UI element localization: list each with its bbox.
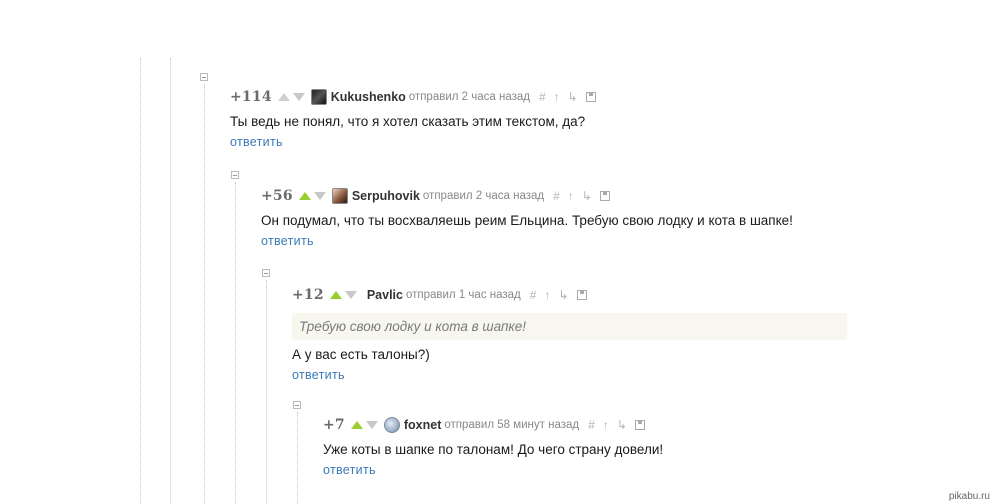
comment-text: А у вас есть талоны?) (292, 347, 430, 362)
thread-line (235, 182, 236, 504)
comment-header: +114 Kukushenko отправил 2 часа назад # … (230, 87, 596, 107)
author-link[interactable]: Kukushenko (331, 90, 406, 104)
thread-line (170, 58, 171, 504)
thread-line (204, 84, 205, 504)
thread-line (266, 280, 267, 504)
collapse-toggle[interactable] (293, 401, 301, 409)
collapse-toggle[interactable] (231, 171, 239, 179)
watermark: pikabu.ru (948, 491, 990, 502)
reply-link[interactable]: ответить (323, 463, 376, 477)
avatar[interactable] (383, 417, 400, 433)
comment: +12 Pavlic отправил 1 час назад # ↑ ↳ Тр… (292, 285, 847, 384)
comment-header: +12 Pavlic отправил 1 час назад # ↑ ↳ (292, 285, 847, 305)
downvote-icon[interactable] (365, 421, 378, 429)
comment: +56 Serpuhovik отправил 2 часа назад # ↑… (261, 186, 793, 250)
author-link[interactable]: Pavlic (367, 288, 403, 302)
comment: +7 foxnet отправил 58 минут назад # ↑ ↳ … (323, 415, 663, 479)
avatar[interactable] (310, 89, 327, 105)
posted-time: отправил 2 часа назад (408, 91, 530, 103)
quote-block: Требую свою лодку и кота в шапке! (292, 313, 847, 340)
reply-link[interactable]: ответить (261, 234, 314, 248)
link-icon[interactable]: # (530, 289, 537, 301)
comment-text: Уже коты в шапке по талонам! До чего стр… (323, 442, 664, 457)
collapse-toggle[interactable] (262, 269, 270, 277)
posted-time: отправил 1 час назад (405, 289, 521, 301)
upvote-icon[interactable] (277, 93, 290, 101)
comment-rating: +114 (230, 89, 272, 105)
save-icon[interactable] (576, 290, 587, 300)
link-icon[interactable]: # (588, 419, 595, 431)
posted-time: отправил 2 часа назад (422, 190, 545, 202)
avatar[interactable] (331, 188, 348, 204)
collapse-toggle[interactable] (200, 73, 208, 81)
downvote-icon[interactable] (292, 93, 305, 101)
thread-line (140, 58, 141, 504)
comment-text: Ты ведь не понял, что я хотел сказать эт… (230, 114, 586, 129)
thread-icon[interactable]: ↳ (568, 91, 578, 103)
downvote-icon[interactable] (344, 291, 357, 299)
parent-arrow-icon[interactable]: ↑ (603, 419, 609, 431)
thread-line (297, 412, 298, 504)
save-icon[interactable] (634, 420, 645, 430)
comment: +114 Kukushenko отправил 2 часа назад # … (230, 87, 596, 151)
thread-icon[interactable]: ↳ (582, 190, 592, 202)
comment-header: +56 Serpuhovik отправил 2 часа назад # ↑… (261, 186, 793, 206)
save-icon[interactable] (585, 92, 596, 102)
comment-rating: +56 (261, 188, 293, 204)
upvote-icon[interactable] (298, 192, 311, 200)
author-link[interactable]: foxnet (404, 418, 442, 432)
comment-header: +7 foxnet отправил 58 минут назад # ↑ ↳ (323, 415, 663, 435)
link-icon[interactable]: # (539, 91, 546, 103)
downvote-icon[interactable] (313, 192, 326, 200)
thread-icon[interactable]: ↳ (558, 289, 568, 301)
link-icon[interactable]: # (553, 190, 560, 202)
reply-link[interactable]: ответить (292, 368, 345, 382)
posted-time: отправил 58 минут назад (444, 419, 580, 431)
parent-arrow-icon[interactable]: ↑ (544, 289, 550, 301)
comment-rating: +12 (292, 287, 324, 303)
thread-icon[interactable]: ↳ (617, 419, 627, 431)
parent-arrow-icon[interactable]: ↑ (554, 91, 560, 103)
reply-link[interactable]: ответить (230, 135, 283, 149)
author-link[interactable]: Serpuhovik (352, 189, 420, 203)
comment-rating: +7 (323, 417, 345, 433)
parent-arrow-icon[interactable]: ↑ (568, 190, 574, 202)
upvote-icon[interactable] (350, 421, 363, 429)
comment-text: Он подумал, что ты восхваляешь реим Ельц… (261, 213, 793, 228)
upvote-icon[interactable] (329, 291, 342, 299)
save-icon[interactable] (599, 191, 610, 201)
